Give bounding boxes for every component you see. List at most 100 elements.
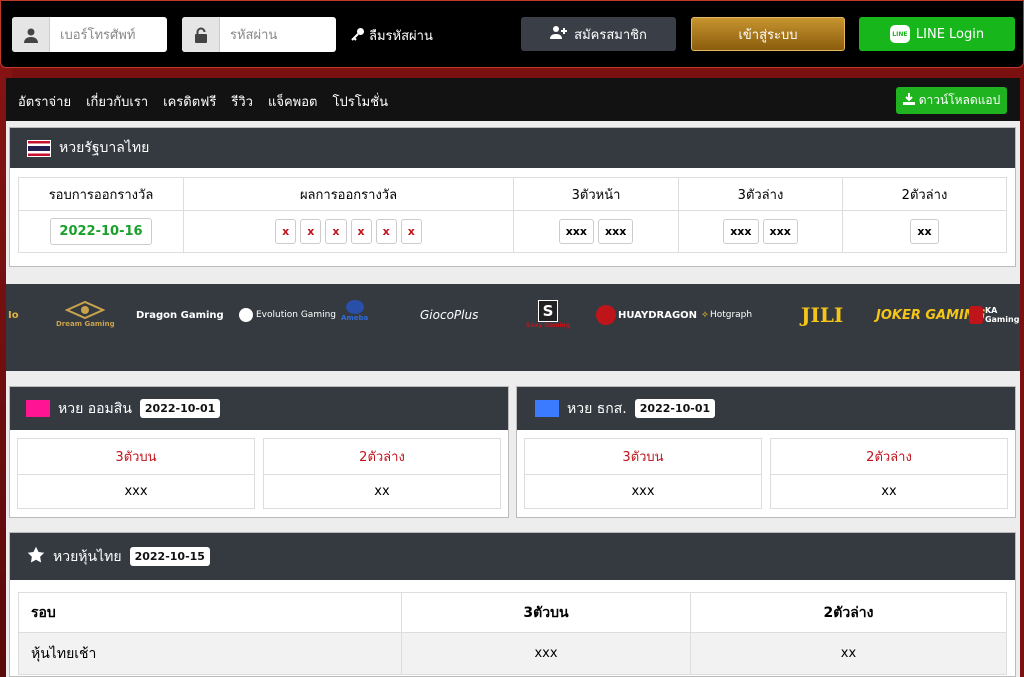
provider-logo-sexygaming: S Sexy Gaming — [526, 300, 570, 330]
baac-bottom2-table: 2ตัวล่าง xx — [770, 438, 1008, 509]
baac-date-badge: 2022-10-01 — [634, 399, 716, 418]
login-button[interactable]: เข้าสู่ระบบ — [691, 17, 845, 51]
provider-logo-partial: Io — [8, 309, 19, 321]
line-login-button[interactable]: LINE LINE Login — [859, 17, 1015, 51]
front3-value: xxx — [558, 219, 594, 244]
col-bottom2: 2ตัวล่าง — [690, 592, 1007, 633]
gsb-bottom2-value: xx — [263, 474, 501, 509]
main-content: หวยรัฐบาลไทย รอบการออกรางวัล ผลการออกราง… — [6, 121, 1020, 677]
result-digit: x — [350, 219, 372, 244]
phone-placeholder: เบอร์โทรศัพท์ — [60, 28, 136, 43]
gsb-top3-table: 3ตัวบน xxx — [17, 438, 255, 509]
gsb-top3-value: xxx — [17, 474, 255, 509]
nav-item-review[interactable]: รีวิว — [231, 91, 253, 112]
baac-title: หวย ธกส. — [567, 400, 627, 417]
register-label: สมัครสมาชิก — [574, 27, 647, 43]
sexy-gaming-icon: S — [538, 300, 559, 322]
stock-bottom2-value: xx — [690, 632, 1007, 675]
phone-input[interactable]: เบอร์โทรศัพท์ — [12, 17, 167, 52]
provider-logo-huaydragon: HUAYDRAGON — [596, 300, 697, 330]
hotgraph-icon: ⟡ — [702, 310, 708, 320]
provider-name: Hotgraph — [709, 310, 753, 320]
download-icon — [902, 93, 915, 108]
baac-top3-table: 3ตัวบน xxx — [524, 438, 762, 509]
line-icon: LINE — [889, 25, 910, 43]
provider-name: Dragon Gaming — [136, 309, 224, 321]
thai-stock-header: หวยหุ้นไทย 2022-10-15 — [10, 533, 1015, 580]
gsb-color-swatch — [26, 400, 50, 417]
provider-name: Sexy Gaming — [526, 322, 571, 329]
gsb-lottery-card: หวย ออมสิน 2022-10-01 3ตัวบน xxx 2ตัวล่า… — [9, 386, 509, 518]
thai-stock-date-badge: 2022-10-15 — [129, 547, 210, 566]
thai-gov-header: หวยรัฐบาลไทย — [10, 128, 1015, 168]
provider-logo-hotgraph: ⟡ Hotgraph — [702, 300, 752, 330]
result-digit: x — [400, 219, 422, 244]
nav-item-rates[interactable]: อัตราจ่าย — [18, 91, 71, 112]
thai-gov-date: 2022-10-16 — [50, 218, 152, 245]
result-digit: x — [275, 219, 297, 244]
line-login-label: LINE Login — [915, 26, 985, 42]
password-input[interactable]: รหัสผ่าน — [182, 17, 336, 52]
thai-gov-title: หวยรัฐบาลไทย — [59, 140, 150, 156]
provider-name: Ameba — [341, 314, 369, 322]
user-plus-icon — [550, 25, 568, 43]
nav-item-jackpot[interactable]: แจ็คพอต — [268, 91, 318, 112]
col-round: รอบ — [18, 592, 402, 633]
provider-name: JILI — [801, 303, 844, 327]
login-label: เข้าสู่ระบบ — [738, 27, 798, 43]
download-label: ดาวน์โหลดแอป — [918, 93, 1001, 107]
baac-col-top3: 3ตัวบน — [524, 438, 762, 475]
nav-menu: อัตราจ่าย เกี่ยวกับเรา เครดิตฟรี รีวิว แ… — [18, 91, 388, 112]
nav-item-free-credit[interactable]: เครดิตฟรี — [163, 91, 216, 112]
col-draw-date: รอบการออกรางวัล — [18, 177, 184, 211]
gsb-bottom2-table: 2ตัวล่าง xx — [263, 438, 501, 509]
col-back3: 3ตัวล่าง — [678, 177, 843, 211]
table-row: หุ้นไทยเช้า xxx xx — [18, 632, 1007, 675]
baac-bottom2-value: xx — [770, 474, 1008, 509]
provider-logos-strip: Io Dream Gaming Dragon Gaming Evolution … — [6, 284, 1020, 371]
front3-value: xxx — [598, 219, 634, 244]
provider-name: Dream Gaming — [56, 320, 115, 328]
gsb-title: หวย ออมสิน — [58, 400, 132, 417]
download-app-button[interactable]: ดาวน์โหลดแอป — [896, 87, 1007, 114]
gsb-col-bottom2: 2ตัวล่าง — [263, 438, 501, 475]
gsb-header: หวย ออมสิน 2022-10-01 — [10, 387, 508, 430]
lock-icon — [182, 17, 220, 52]
nav-bar: อัตราจ่าย เกี่ยวกับเรา เครดิตฟรี รีวิว แ… — [6, 78, 1020, 121]
thai-gov-table: รอบการออกรางวัล ผลการออกรางวัล 3ตัวหน้า … — [18, 177, 1007, 253]
gsb-date-badge: 2022-10-01 — [139, 399, 221, 418]
ameba-icon — [345, 300, 364, 314]
thai-stock-table: รอบ 3ตัวบน 2ตัวล่าง หุ้นไทยเช้า xxx xx — [18, 592, 1007, 675]
key-icon — [351, 27, 365, 45]
thai-stock-title: หวยหุ้นไทย — [53, 548, 122, 565]
thai-gov-lottery-card: หวยรัฐบาลไทย รอบการออกรางวัล ผลการออกราง… — [9, 127, 1016, 267]
gsb-col-top3: 3ตัวบน — [17, 438, 255, 475]
back2-value: xx — [910, 219, 939, 244]
password-placeholder: รหัสผ่าน — [230, 28, 278, 43]
col-front3: 3ตัวหน้า — [513, 177, 679, 211]
baac-lottery-card: หวย ธกส. 2022-10-01 3ตัวบน xxx 2ตัวล่าง … — [516, 386, 1016, 518]
result-digit: x — [375, 219, 397, 244]
provider-name: HUAYDRAGON — [618, 309, 698, 321]
star-icon — [27, 546, 45, 568]
provider-logo-dreamgaming: Dream Gaming — [56, 300, 115, 330]
forgot-password-link[interactable]: ลืมรหัสผ่าน — [351, 25, 433, 46]
col-back2: 2ตัวล่าง — [842, 177, 1007, 211]
baac-col-bottom2: 2ตัวล่าง — [770, 438, 1008, 475]
col-results: ผลการออกรางวัล — [183, 177, 514, 211]
thai-flag-icon — [27, 139, 51, 157]
result-digit: x — [325, 219, 347, 244]
thai-stock-lottery-card: หวยหุ้นไทย 2022-10-15 รอบ 3ตัวบน 2ตัวล่า… — [9, 532, 1016, 677]
nav-item-promotion[interactable]: โปรโมชั่น — [332, 91, 387, 112]
huaydragon-icon — [596, 305, 616, 325]
register-button[interactable]: สมัครสมาชิก — [521, 17, 676, 51]
provider-logo-evolution: Evolution Gaming — [239, 300, 336, 330]
col-top3: 3ตัวบน — [401, 592, 691, 633]
nav-item-about[interactable]: เกี่ยวกับเรา — [86, 91, 148, 112]
baac-top3-value: xxx — [524, 474, 762, 509]
provider-logo-ka: KA Gaming — [969, 300, 1023, 330]
back3-value: xxx — [762, 219, 798, 244]
baac-header: หวย ธกส. 2022-10-01 — [517, 387, 1015, 430]
provider-logo-ameba: Ameba — [341, 300, 368, 330]
provider-name: Evolution Gaming — [256, 310, 336, 320]
